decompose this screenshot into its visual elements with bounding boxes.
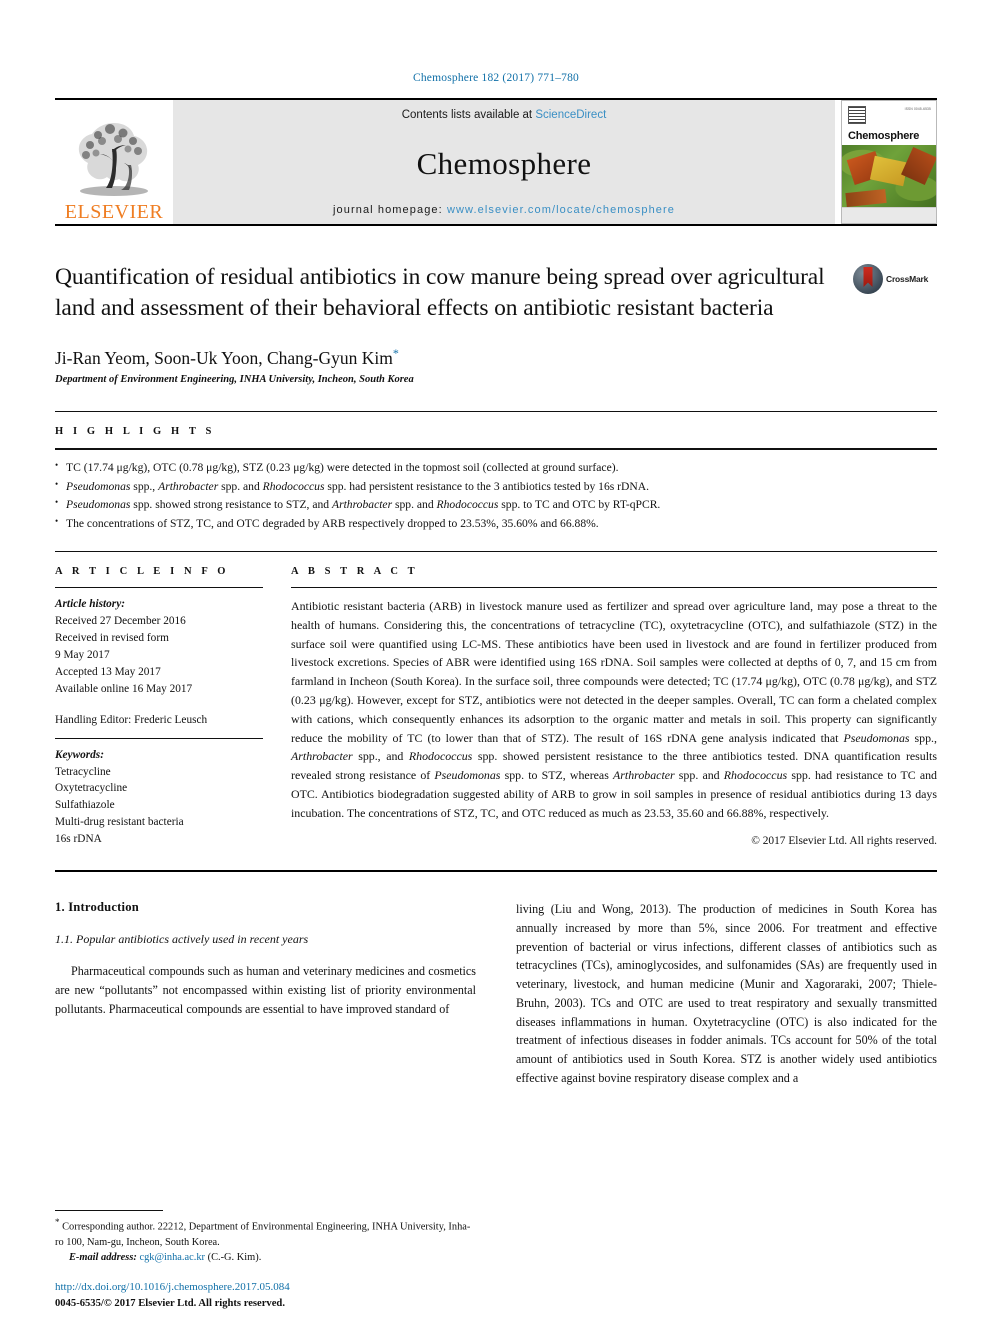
cover-publisher-icon xyxy=(848,106,866,124)
body-columns: 1. Introduction 1.1. Popular antibiotics… xyxy=(55,900,937,1087)
list-item: Pseudomonas spp. showed strong resistanc… xyxy=(55,495,937,515)
body-column-left: 1. Introduction 1.1. Popular antibiotics… xyxy=(55,900,476,1087)
leaf-shape-c xyxy=(901,147,936,185)
abstract-heading: A B S T R A C T xyxy=(291,565,419,577)
section-heading: 1. Introduction xyxy=(55,900,139,915)
highlight-text: TC (17.74 μg/kg), OTC (0.78 μg/kg), STZ … xyxy=(66,460,619,474)
list-item: The concentrations of STZ, TC, and OTC d… xyxy=(55,514,937,534)
paragraph-part: ). TCs and OTC are used to treat respira… xyxy=(516,995,937,1085)
cover-journal-name: Chemosphere xyxy=(848,130,920,142)
homepage-prefix: journal homepage: xyxy=(332,204,447,216)
leaf-shape-d xyxy=(845,188,887,207)
cover-bottom-strip xyxy=(842,207,936,223)
elsevier-logo: ELSEVIER xyxy=(55,100,173,224)
highlights-list: TC (17.74 μg/kg), OTC (0.78 μg/kg), STZ … xyxy=(55,458,937,534)
homepage-url-link[interactable]: www.elsevier.com/locate/chemosphere xyxy=(447,204,675,216)
highlight-text: Pseudomonas spp. showed strong resistanc… xyxy=(66,498,661,512)
body-paragraph: Pharmaceutical compounds such as human a… xyxy=(55,964,476,1016)
footnote-rule xyxy=(55,1210,163,1212)
highlight-text: The concentrations of STZ, TC, and OTC d… xyxy=(66,517,599,531)
email-label: E-mail address: xyxy=(69,1251,137,1263)
cover-issn-text: ISSN 0045-6535 xyxy=(904,107,931,111)
subsection-heading: 1.1. Popular antibiotics actively used i… xyxy=(55,932,309,947)
email-owner: (C.-G. Kim). xyxy=(207,1251,262,1263)
keyword-item: Sulfathiazole xyxy=(55,799,115,812)
crossmark-badge[interactable]: CrossMark xyxy=(853,264,933,294)
keyword-item: Tetracycline xyxy=(55,765,111,778)
keyword-item: Multi-drug resistant bacteria xyxy=(55,816,184,829)
abstract-copyright: © 2017 Elsevier Ltd. All rights reserved… xyxy=(751,834,937,847)
keywords-label: Keywords: xyxy=(55,748,104,761)
body-separator-rule xyxy=(55,870,937,873)
contents-prefix: Contents lists available at xyxy=(401,109,536,121)
history-line: Accepted 13 May 2017 xyxy=(55,665,161,678)
doi-link[interactable]: http://dx.doi.org/10.1016/j.chemosphere.… xyxy=(55,1280,290,1296)
journal-band: Contents lists available at ScienceDirec… xyxy=(173,100,835,224)
list-item: TC (17.74 μg/kg), OTC (0.78 μg/kg), STZ … xyxy=(55,458,937,478)
abstract-column: A B S T R A C T Antibiotic resistant bac… xyxy=(291,566,937,848)
info-abstract-row: A R T I C L E I N F O Article history: R… xyxy=(55,550,937,848)
sciencedirect-link[interactable]: ScienceDirect xyxy=(535,109,606,121)
journal-masthead: ELSEVIER Contents lists available at Sci… xyxy=(55,98,937,224)
highlights-heading: H I G H L I G H T S xyxy=(55,425,215,437)
citation-link[interactable]: Liu and Wong, 2013 xyxy=(555,902,664,916)
article-info-rule xyxy=(55,586,263,588)
crossmark-icon xyxy=(853,264,883,294)
body-paragraph: living (Liu and Wong, 2013). The product… xyxy=(516,900,937,1087)
abstract-text: Antibiotic resistant bacteria (ARB) in l… xyxy=(291,598,938,820)
keyword-item: 16s rDNA xyxy=(55,833,102,846)
highlights-top-rule xyxy=(55,410,937,412)
article-history: Article history: Received 27 December 20… xyxy=(55,596,263,698)
abstract-rule xyxy=(291,586,937,588)
history-line: Received in revised form xyxy=(55,631,169,644)
list-item: Pseudomonas spp., Arthrobacter spp. and … xyxy=(55,477,937,497)
paper-page: Chemosphere 182 (2017) 771–780 ELSEVIER … xyxy=(0,0,992,1323)
history-line: Available online 16 May 2017 xyxy=(55,682,193,695)
email-note: E-mail address: cgk@inha.ac.kr (C.-G. Ki… xyxy=(55,1250,473,1265)
corresponding-author-text: Corresponding author. 22212, Department … xyxy=(55,1221,471,1248)
email-link[interactable]: cgk@inha.ac.kr xyxy=(139,1252,205,1263)
page-title: Quantification of residual antibiotics i… xyxy=(55,264,825,322)
history-line: 9 May 2017 xyxy=(55,648,110,661)
article-info-column: A R T I C L E I N F O Article history: R… xyxy=(55,566,263,848)
contents-line: Contents lists available at ScienceDirec… xyxy=(402,109,607,121)
body-column-right: living (Liu and Wong, 2013). The product… xyxy=(516,900,937,1087)
author-list: Ji-Ran Yeom, Soon-Uk Yoon, Chang-Gyun Ki… xyxy=(55,346,937,369)
crossmark-label: CrossMark xyxy=(886,274,929,284)
journal-title: Chemosphere xyxy=(416,146,592,181)
running-head: Chemosphere 182 (2017) 771–780 xyxy=(412,72,580,84)
article-info-heading: A R T I C L E I N F O xyxy=(55,565,230,577)
paragraph-part: living ( xyxy=(516,902,555,917)
footnote-block: * Corresponding author. 22212, Departmen… xyxy=(55,1210,473,1265)
footer-doi-block: http://dx.doi.org/10.1016/j.chemosphere.… xyxy=(55,1280,290,1311)
corresponding-author-note: * Corresponding author. 22212, Departmen… xyxy=(55,1216,473,1250)
keywords-rule xyxy=(55,737,263,739)
elsevier-wordmark: ELSEVIER xyxy=(64,201,164,223)
affiliation: Department of Environment Engineering, I… xyxy=(55,373,414,385)
keyword-item: Oxytetracycline xyxy=(55,782,128,795)
cover-artwork xyxy=(842,145,936,207)
footnote-marker: * xyxy=(55,1217,60,1228)
elsevier-tree-icon xyxy=(66,115,162,201)
keywords-list: Keywords: Tetracycline Oxytetracycline S… xyxy=(55,747,263,849)
history-line: Received 27 December 2016 xyxy=(55,614,186,627)
corresponding-author-marker[interactable]: * xyxy=(393,346,399,360)
highlight-text: Pseudomonas spp., Arthrobacter spp. and … xyxy=(66,479,650,493)
highlights-rule xyxy=(55,447,937,450)
article-history-label: Article history: xyxy=(55,597,125,610)
journal-cover-thumbnail[interactable]: ISSN 0045-6535 Chemosphere xyxy=(841,100,937,224)
masthead-bottom-rule xyxy=(55,224,937,226)
journal-homepage-line: journal homepage: www.elsevier.com/locat… xyxy=(333,204,675,216)
title-block: Quantification of residual antibiotics i… xyxy=(55,262,937,324)
cover-top: ISSN 0045-6535 Chemosphere xyxy=(842,101,936,145)
issn-copyright: 0045-6535/© 2017 Elsevier Ltd. All right… xyxy=(55,1297,285,1309)
handling-editor: Handling Editor: Frederic Leusch xyxy=(55,713,208,726)
author-names: Ji-Ran Yeom, Soon-Uk Yoon, Chang-Gyun Ki… xyxy=(55,347,393,368)
